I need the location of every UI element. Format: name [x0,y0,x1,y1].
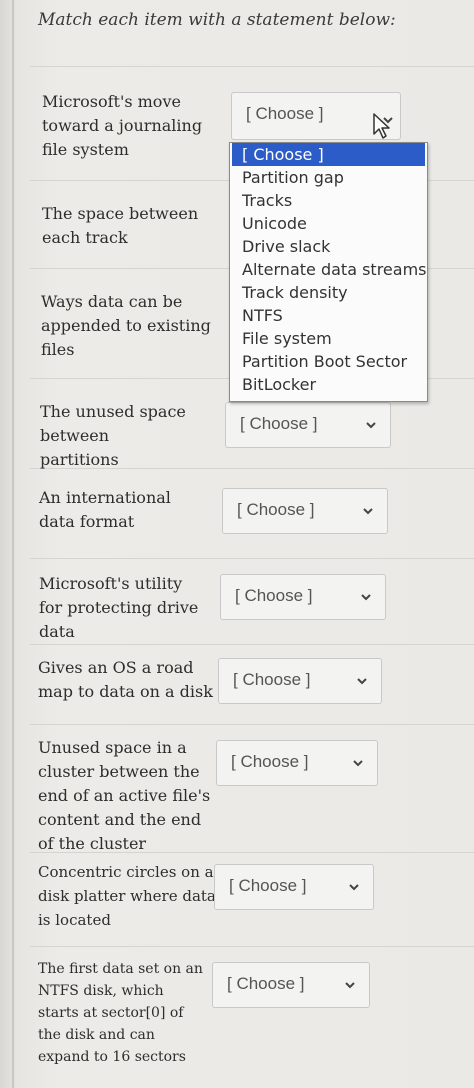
select-value: [ Choose ] [227,974,305,993]
mouse-pointer-icon [373,113,393,139]
row-divider [30,558,474,559]
answer-select[interactable]: [ Choose ] [222,488,388,534]
chevron-down-icon [363,508,373,515]
chevron-down-icon [345,982,355,989]
row-divider [30,66,474,67]
question-text: Microsoft's utility for protecting drive… [39,574,199,641]
dropdown-option[interactable]: Partition Boot Sector [242,350,407,373]
question-text: Concentric circles on a disk platter whe… [38,863,216,929]
dropdown-option[interactable]: Alternate data streams [242,258,426,281]
dropdown-option[interactable]: BitLocker [242,373,316,396]
chevron-down-icon [349,884,359,891]
row-divider [30,644,474,645]
answer-select[interactable]: [ Choose ] [220,574,386,620]
select-value: [ Choose ] [233,670,311,689]
dropdown-option[interactable]: Track density [242,281,348,304]
select-value: [ Choose ] [240,414,318,433]
dropdown-option[interactable]: Partition gap [242,166,344,189]
dropdown-option[interactable]: Tracks [242,189,292,212]
question-text: The unused space between partitions [40,402,186,469]
answer-select[interactable]: [ Choose ] [225,402,391,448]
question-text: Gives an OS a road map to data on a disk [38,658,213,701]
question-text: An international data format [39,488,171,531]
dropdown-option[interactable]: File system [242,327,332,350]
question-text: The space between each track [42,204,199,247]
answer-select[interactable]: [ Choose ] [218,658,382,704]
select-value: [ Choose ] [231,752,309,771]
question-text: Ways data can be appended to existing fi… [41,292,211,359]
dropdown-options-list[interactable]: [ Choose ] Partition gap Tracks Unicode … [229,142,428,402]
select-value: [ Choose ] [246,104,324,123]
question-text: Microsoft's move toward a journaling fil… [42,92,203,159]
select-value: [ Choose ] [237,500,315,519]
dropdown-option[interactable]: Drive slack [242,235,330,258]
row-divider [30,946,474,947]
left-border [12,0,14,1088]
dropdown-option[interactable]: Unicode [242,212,307,235]
chevron-down-icon [366,422,376,429]
question-text: Unused space in a cluster between the en… [38,738,211,853]
chevron-down-icon [353,760,363,767]
question-text: The first data set on an NTFS disk, whic… [38,961,203,1065]
dropdown-option[interactable]: NTFS [242,304,283,327]
instructions-text: Match each item with a statement below: [38,10,396,30]
select-value: [ Choose ] [229,876,307,895]
answer-select[interactable]: [ Choose ] [212,962,370,1008]
dropdown-option[interactable]: [ Choose ] [232,143,425,166]
answer-select[interactable]: [ Choose ] [216,740,378,786]
row-divider [30,724,474,725]
chevron-down-icon [361,594,371,601]
chevron-down-icon [357,678,367,685]
answer-select[interactable]: [ Choose ] [214,864,374,910]
select-value: [ Choose ] [235,586,313,605]
